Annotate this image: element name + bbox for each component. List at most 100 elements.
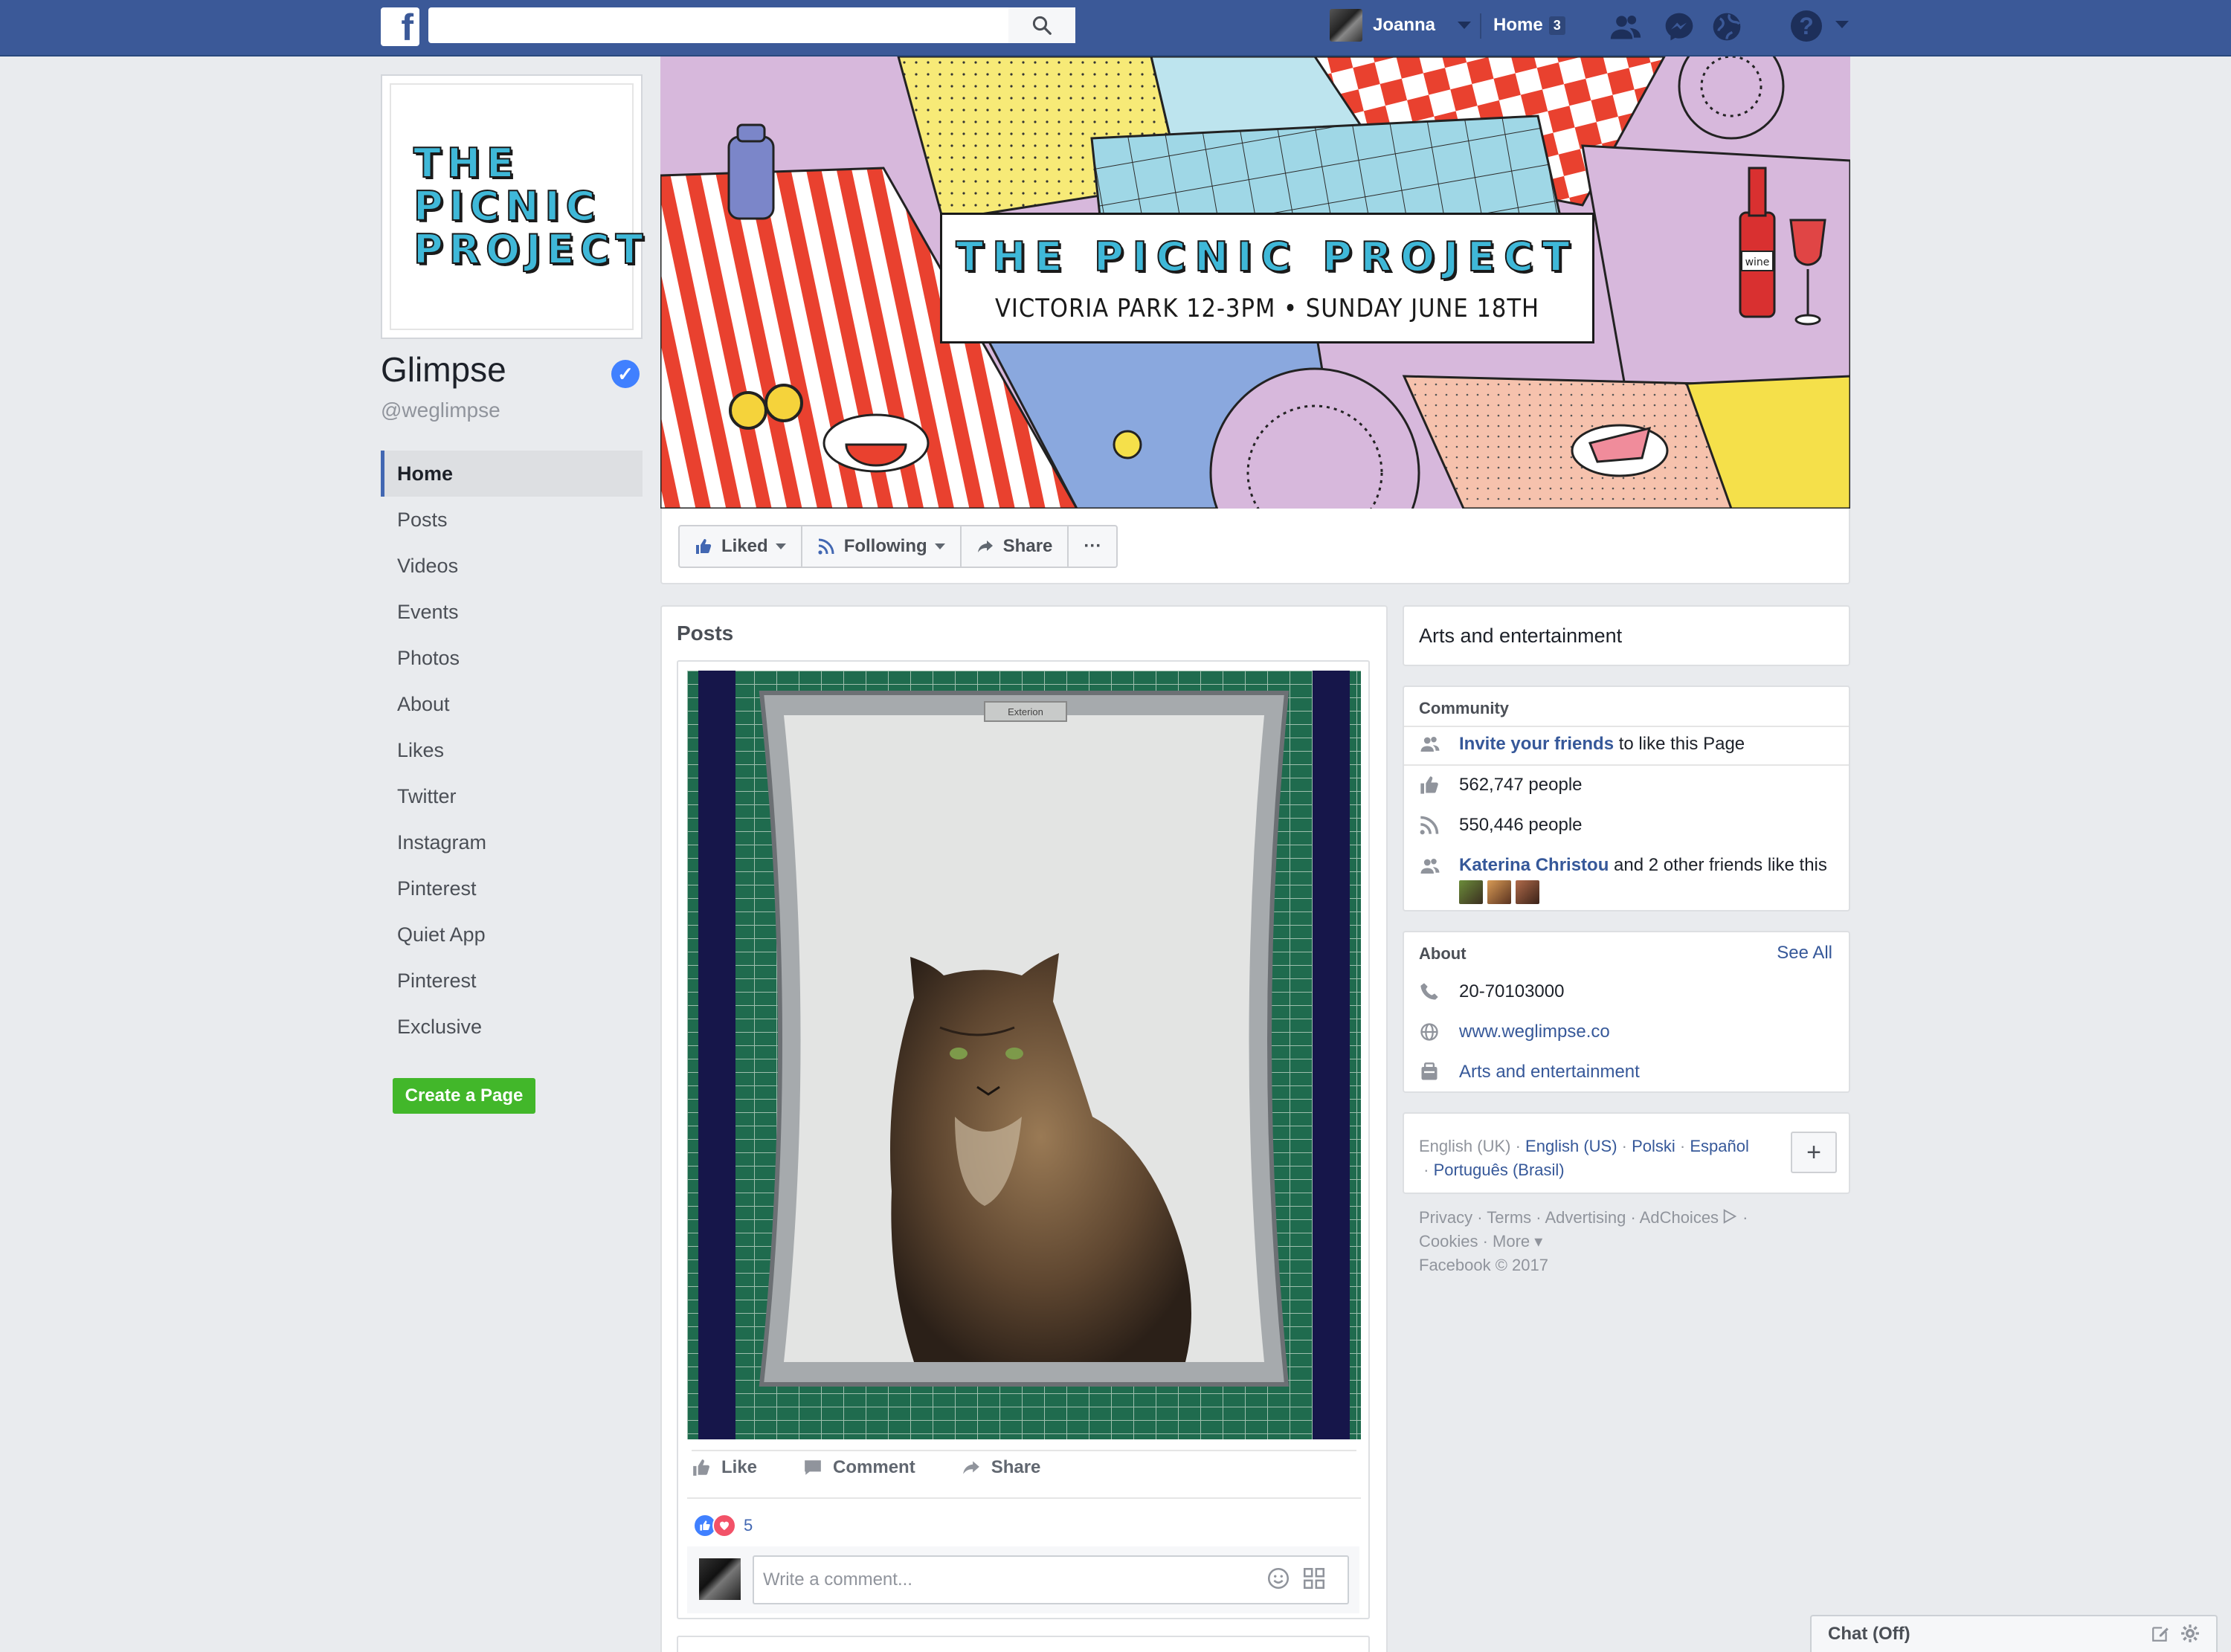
invite-friends-icon (1419, 733, 1459, 755)
like-button[interactable]: Like (692, 1457, 757, 1478)
nav-item-videos[interactable]: Videos (381, 543, 643, 589)
page-handle[interactable]: @weglimpse (381, 399, 500, 422)
nav-item-photos[interactable]: Photos (381, 635, 643, 681)
help-icon[interactable]: ? (1791, 10, 1822, 42)
account-caret-icon[interactable] (1458, 22, 1472, 29)
nav-item-exclusive[interactable]: Exclusive (381, 1004, 643, 1050)
page-navigation: Home Posts Videos Events Photos About Li… (381, 451, 643, 1050)
post-photo[interactable]: Exterion (687, 671, 1361, 1439)
page-profile-picture[interactable]: THE PICNIC PROJECT (381, 74, 649, 339)
adchoices-icon[interactable] (1722, 1208, 1738, 1225)
more-languages-button[interactable]: + (1791, 1132, 1837, 1173)
likes-count[interactable]: 562,747 people (1459, 775, 1583, 796)
like-label: Like (721, 1457, 758, 1477)
love-reaction-icon (712, 1514, 736, 1538)
nav-item-quiet-app[interactable]: Quiet App (381, 911, 643, 958)
user-name: Joanna (1373, 15, 1436, 35)
friend-avatars (1459, 880, 1827, 904)
friends-icon (1419, 855, 1459, 877)
following-button[interactable]: Following (800, 525, 962, 568)
share-post-button[interactable]: Share (962, 1457, 1041, 1478)
profile-logo-line: THE (413, 140, 520, 187)
thumbs-up-icon (695, 538, 712, 555)
reaction-summary[interactable]: 5 (693, 1514, 753, 1538)
cover-subtitle: VICTORIA PARK 12-3PM • SUNDAY JUNE 18TH (994, 293, 1540, 323)
create-page-button[interactable]: Create a Page (393, 1078, 535, 1114)
facebook-logo[interactable]: f (381, 7, 419, 46)
followers-count[interactable]: 550,446 people (1459, 815, 1583, 836)
language-link[interactable]: Português (Brasil) (1434, 1161, 1565, 1179)
comment-input[interactable]: Write a comment... (753, 1555, 1349, 1604)
commenter-avatar[interactable] (699, 1558, 741, 1600)
language-card: English (UK) · English (US) · Polski · E… (1403, 1112, 1850, 1194)
category-link[interactable]: Arts and entertainment (1459, 1062, 1640, 1082)
language-link[interactable]: Español (1690, 1137, 1749, 1155)
language-link[interactable]: Polski (1632, 1137, 1675, 1155)
top-navigation-bar: f Joanna Home 3 ? (0, 0, 2231, 57)
friend-name-link[interactable]: Katerina Christou (1459, 855, 1609, 875)
share-post-label: Share (991, 1457, 1041, 1477)
liked-button[interactable]: Liked (678, 525, 802, 568)
category-card: Arts and entertainment (1403, 605, 1850, 666)
cover-photo[interactable]: wine THE PICNIC PROJECT VICTORIA PARK 12… (660, 57, 1850, 509)
friend-avatar[interactable] (1487, 880, 1511, 904)
comment-label: Comment (833, 1457, 915, 1477)
search-input[interactable] (428, 7, 1075, 43)
home-link[interactable]: Home 3 (1480, 6, 1565, 45)
footer-line[interactable]: Privacy · Terms · Advertising · AdChoice… (1419, 1208, 1719, 1227)
emoji-icon[interactable] (1266, 1566, 1291, 1591)
share-label: Share (1002, 536, 1053, 556)
post-action-bar: Like Comment Share (692, 1457, 1086, 1478)
following-label: Following (843, 536, 927, 556)
website-link[interactable]: www.weglimpse.co (1459, 1022, 1610, 1042)
nav-item-pinterest[interactable]: Pinterest (381, 865, 643, 911)
page-category[interactable]: Arts and entertainment (1419, 625, 1622, 648)
settings-caret-icon[interactable] (1835, 21, 1849, 28)
more-options-button[interactable]: ··· (1067, 525, 1118, 568)
chevron-down-icon (934, 543, 945, 549)
notifications-globe-icon[interactable] (1710, 10, 1743, 43)
friend-requests-icon[interactable] (1609, 10, 1642, 43)
nav-item-posts[interactable]: Posts (381, 497, 643, 543)
about-heading: About (1419, 944, 1467, 963)
category-tag-icon (1419, 1062, 1459, 1082)
thumbs-up-icon (692, 1458, 711, 1477)
friend-avatar[interactable] (1459, 880, 1483, 904)
chat-label: Chat (Off) (1828, 1624, 1910, 1644)
new-message-icon[interactable] (2151, 1624, 2170, 1643)
footer-links: Privacy · Terms · Advertising · AdChoice… (1419, 1208, 1748, 1274)
page-action-bar: Liked Following Share ··· (678, 525, 1118, 568)
current-language: English (UK) (1419, 1137, 1511, 1155)
nav-item-about[interactable]: About (381, 681, 643, 727)
language-link[interactable]: English (US) (1525, 1137, 1617, 1155)
globe-icon (1419, 1022, 1459, 1042)
nav-item-instagram[interactable]: Instagram (381, 819, 643, 865)
friend-avatar[interactable] (1516, 880, 1539, 904)
community-heading: Community (1419, 699, 1509, 717)
profile-logo-line: PROJECT (413, 226, 649, 273)
share-page-button[interactable]: Share (959, 525, 1069, 568)
see-all-link[interactable]: See All (1777, 943, 1832, 964)
cover-title-box: THE PICNIC PROJECT VICTORIA PARK 12-3PM … (940, 213, 1594, 343)
chat-bar[interactable]: Chat (Off) (1810, 1615, 2218, 1652)
next-post-card (677, 1636, 1370, 1652)
gear-icon[interactable] (2180, 1624, 2200, 1643)
messenger-icon[interactable] (1663, 10, 1696, 43)
comment-button[interactable]: Comment (803, 1457, 915, 1478)
nav-item-home[interactable]: Home (381, 451, 643, 497)
nav-item-twitter[interactable]: Twitter (381, 773, 643, 819)
search-button[interactable] (1008, 7, 1075, 43)
nav-item-events[interactable]: Events (381, 589, 643, 635)
phone-number[interactable]: 20-70103000 (1459, 981, 1564, 1002)
nav-item-likes[interactable]: Likes (381, 727, 643, 773)
wine-label: wine (1745, 256, 1770, 268)
profile-logo-line: PICNIC (413, 183, 602, 230)
sticker-icon[interactable] (1301, 1566, 1327, 1591)
footer-line[interactable]: Cookies · More ▾ (1419, 1232, 1542, 1251)
profile-link[interactable]: Joanna (1330, 6, 1472, 45)
page-name[interactable]: Glimpse (381, 349, 506, 390)
nav-item-pinterest-2[interactable]: Pinterest (381, 958, 643, 1004)
cat-poster-photo: Exterion (687, 671, 1361, 1439)
liked-label: Liked (721, 536, 768, 556)
invite-friends-link[interactable]: Invite your friends (1459, 734, 1614, 755)
